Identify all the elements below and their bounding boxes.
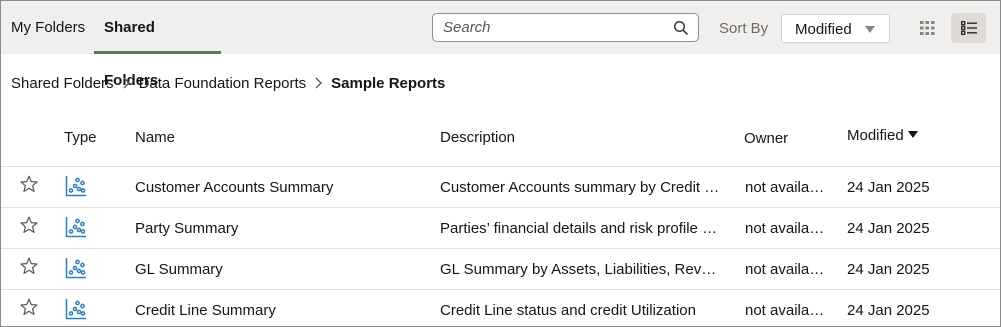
breadcrumb-data-foundation-reports[interactable]: Data Foundation Reports	[139, 75, 307, 92]
report-name[interactable]: Credit Line Summary	[135, 290, 430, 326]
tab-my-folders[interactable]: My Folders	[1, 1, 95, 54]
report-name[interactable]: Customer Accounts Summary	[135, 167, 430, 208]
scatter-chart-icon	[65, 217, 86, 238]
chevron-right-icon	[315, 77, 323, 89]
report-owner: not available	[745, 302, 827, 319]
grid-view-icon	[920, 21, 935, 35]
sort-descending-icon	[907, 131, 918, 138]
star-icon[interactable]	[20, 298, 38, 316]
report-description: GL Summary by Assets, Liabilities, Reven…	[440, 261, 723, 278]
search-box	[432, 13, 699, 42]
table-row[interactable]: GL Summary GL Summary by Assets, Liabili…	[1, 248, 1000, 289]
report-name[interactable]: Party Summary	[135, 208, 430, 249]
grid-view-button[interactable]	[910, 13, 945, 43]
tab-shared-folders[interactable]: Shared Folders	[94, 1, 221, 89]
top-bar: My Folders Shared Folders Sort By Modifi…	[1, 1, 1000, 89]
sort-by-value: Modified	[795, 21, 852, 38]
report-modified: 24 Jan 2025	[847, 302, 930, 319]
star-icon[interactable]	[20, 216, 38, 234]
report-owner: not available	[745, 220, 827, 237]
search-input[interactable]	[443, 17, 663, 38]
column-header-owner: Owner	[744, 130, 789, 147]
report-owner: not available	[745, 179, 827, 196]
report-description: Credit Line status and credit Utilizatio…	[440, 302, 696, 319]
star-icon[interactable]	[20, 257, 38, 275]
sort-by-label: Sort By	[719, 20, 769, 37]
report-modified: 24 Jan 2025	[847, 220, 930, 237]
report-owner: not available	[745, 261, 827, 278]
column-header-type: Type	[64, 129, 97, 146]
chevron-down-icon	[865, 26, 875, 33]
column-header-description: Description	[440, 129, 516, 146]
report-modified: 24 Jan 2025	[847, 179, 930, 196]
list-view-icon	[961, 21, 977, 35]
table-row[interactable]: Customer Accounts Summary Customer Accou…	[1, 166, 1000, 207]
list-view-button[interactable]	[951, 13, 986, 43]
sort-by-select[interactable]: Modified	[781, 14, 890, 43]
star-icon[interactable]	[20, 175, 38, 193]
report-modified: 24 Jan 2025	[847, 261, 930, 278]
scatter-chart-icon	[65, 258, 86, 279]
report-name[interactable]: GL Summary	[135, 249, 430, 290]
report-description: Parties’ financial details and risk prof…	[440, 220, 723, 237]
catalog-window: My Folders Shared Folders Sort By Modifi…	[0, 0, 1001, 327]
breadcrumb: Shared Folders Data Foundation Reports S…	[11, 73, 445, 93]
scatter-chart-icon	[65, 299, 86, 320]
chevron-right-icon	[123, 77, 130, 89]
column-header-modified[interactable]: Modified	[847, 127, 918, 144]
table-row[interactable]: Credit Line Summary Credit Line status a…	[1, 289, 1000, 326]
column-header-name: Name	[135, 129, 176, 146]
table-row[interactable]: Party Summary Parties’ financial details…	[1, 207, 1000, 248]
column-header-modified-label: Modified	[847, 127, 904, 144]
breadcrumb-shared-folders[interactable]: Shared Folders	[11, 75, 114, 92]
search-icon[interactable]	[673, 20, 689, 36]
scatter-chart-icon	[65, 176, 86, 197]
report-description: Customer Accounts summary by Credit Line	[440, 179, 723, 196]
breadcrumb-current: Sample Reports	[331, 74, 446, 92]
